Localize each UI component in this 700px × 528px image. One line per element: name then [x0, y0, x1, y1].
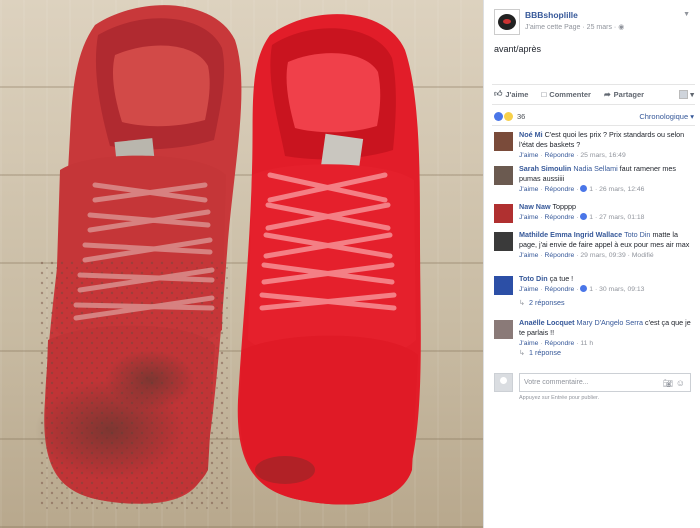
- reply-arrow-icon: ↳: [519, 348, 526, 357]
- comment-like-button[interactable]: J'aime: [519, 252, 538, 259]
- clean-shoe: [237, 14, 421, 505]
- reaction-count[interactable]: 36: [517, 112, 525, 121]
- view-replies-link[interactable]: ↳ 2 réponses: [519, 298, 565, 307]
- comment-time[interactable]: 25 mars, 16:49: [580, 152, 625, 159]
- comment-body: Noé Mi C'est quoi les prix ? Prix standa…: [519, 130, 691, 161]
- reactions-bar: 36 Chronologique ▾: [494, 111, 694, 121]
- caret-down-icon: ▾: [690, 89, 694, 99]
- comment-like-button[interactable]: J'aime: [519, 186, 538, 193]
- comment-like-count[interactable]: 1: [589, 214, 593, 221]
- comment-body: Naw Naw Topppp J'aime · Répondre · 1 · 27…: [519, 202, 691, 223]
- post-text: avant/après: [494, 44, 542, 54]
- avatar: [494, 373, 513, 392]
- avatar[interactable]: [494, 166, 513, 185]
- comment-body: Anaëlle Locquet Mary D'Angelo Serra c'es…: [519, 318, 691, 349]
- comment-author[interactable]: Sarah Simoulin: [519, 164, 571, 173]
- enter-hint: Appuyez sur Entrée pour publier.: [519, 395, 600, 401]
- comment-author[interactable]: Mathilde Emma Ingrid Wallace: [519, 230, 622, 239]
- comment-body: Mathilde Emma Ingrid Wallace Toto Din ma…: [519, 230, 691, 261]
- comment-time[interactable]: 29 mars, 09:39 · Modifié: [580, 252, 653, 259]
- share-button[interactable]: ➦ Partager: [604, 90, 644, 99]
- comment-author[interactable]: Naw Naw: [519, 202, 551, 211]
- post-panel: BBBshoplille J'aime cette Page · 25 mars…: [483, 0, 700, 528]
- comment-time[interactable]: 11 h: [580, 340, 593, 347]
- wow-reaction-icon: [504, 111, 513, 121]
- comment-reply-button[interactable]: Répondre: [544, 152, 574, 159]
- divider: [492, 104, 695, 105]
- view-replies-link[interactable]: ↳ 1 réponse: [519, 348, 561, 357]
- comment-like-button[interactable]: J'aime: [519, 214, 538, 221]
- emoji-icon[interactable]: ☺: [676, 378, 685, 388]
- comment-meta: J'aime · Répondre · 1 · 27 mars, 01:18: [519, 213, 645, 221]
- comment-order-dropdown[interactable]: Chronologique ▾: [639, 112, 694, 121]
- globe-icon: ◉: [618, 24, 625, 31]
- chevron-down-icon[interactable]: ▼: [683, 11, 690, 18]
- post-meta: J'aime cette Page · 25 mars · ◉: [525, 24, 625, 31]
- avatar[interactable]: [494, 132, 513, 151]
- avatar: [679, 89, 689, 99]
- post-as-selector[interactable]: ▾: [679, 89, 694, 99]
- replies-count: 2 réponses: [529, 298, 565, 307]
- page-avatar[interactable]: [494, 9, 520, 35]
- avatar[interactable]: [494, 204, 513, 223]
- comment-like-count[interactable]: 1: [589, 286, 593, 293]
- like-button[interactable]: 👍︎ J'aime: [494, 89, 528, 99]
- comment-composer: Votre commentaire... 📷︎ ☺: [494, 372, 694, 394]
- comment-time[interactable]: 26 mars, 12:46: [599, 186, 644, 193]
- avatar[interactable]: [494, 276, 513, 295]
- comment-time[interactable]: 27 mars, 01:18: [599, 214, 644, 221]
- comment-button[interactable]: □ Commenter: [541, 90, 591, 99]
- like-count-icon: [580, 285, 588, 292]
- comment-reply-button[interactable]: Répondre: [544, 286, 574, 293]
- camera-icon[interactable]: 📷︎: [663, 379, 673, 388]
- divider: [492, 125, 695, 126]
- post-actions: 👍︎ J'aime □ Commenter ➦ Partager ▾: [494, 88, 694, 100]
- tagged-user[interactable]: Mary D'Angelo Serra: [577, 318, 643, 327]
- comment-like-button[interactable]: J'aime: [519, 152, 538, 159]
- comment-body: Toto Din ça tue ! J'aime · Répondre · 1 ·…: [519, 274, 691, 295]
- avatar[interactable]: [494, 232, 513, 251]
- replies-count: 1 réponse: [529, 348, 561, 357]
- comment-body: Sarah Simoulin Nadia Sellami faut ramene…: [519, 164, 691, 195]
- comment-input[interactable]: Votre commentaire... 📷︎ ☺: [519, 373, 691, 392]
- comment-like-button[interactable]: J'aime: [519, 340, 538, 347]
- like-page-link[interactable]: J'aime cette Page: [525, 24, 580, 31]
- comment-meta: J'aime · Répondre · 25 mars, 16:49: [519, 152, 626, 159]
- comment-meta: J'aime · Répondre · 1 · 26 mars, 12:46: [519, 185, 645, 193]
- thumbs-up-icon: 👍︎: [494, 89, 503, 98]
- comment-text: C'est quoi les prix ? Prix standards ou …: [519, 130, 685, 149]
- comment-reply-button[interactable]: Répondre: [544, 186, 574, 193]
- post-header: BBBshoplille J'aime cette Page · 25 mars…: [494, 9, 694, 35]
- comment-author[interactable]: Toto Din: [519, 274, 548, 283]
- comment-time[interactable]: 30 mars, 09:13: [599, 286, 644, 293]
- comment-meta: J'aime · Répondre · 1 · 30 mars, 09:13: [519, 285, 645, 293]
- comment-author[interactable]: Noé Mi: [519, 130, 543, 139]
- tagged-user[interactable]: Toto Din: [624, 230, 650, 239]
- comment-like-count[interactable]: 1: [589, 186, 593, 193]
- divider: [492, 84, 695, 85]
- comment-text: Topppp: [552, 202, 577, 211]
- comment-text: ça tue !: [549, 274, 574, 283]
- comment-author[interactable]: Anaëlle Locquet: [519, 318, 575, 327]
- sneakers-image: [35, 5, 421, 510]
- post-photo[interactable]: [0, 0, 483, 528]
- dirty-shoe: [35, 5, 242, 510]
- like-reaction-icon: [494, 111, 503, 121]
- page-name[interactable]: BBBshoplille: [525, 10, 578, 20]
- reply-arrow-icon: ↳: [519, 298, 526, 307]
- comment-reply-button[interactable]: Répondre: [544, 214, 574, 221]
- avatar[interactable]: [494, 320, 513, 339]
- comment-reply-button[interactable]: Répondre: [544, 252, 574, 259]
- like-count-icon: [580, 213, 588, 220]
- comment-meta: J'aime · Répondre · 29 mars, 09:39 · Mod…: [519, 252, 654, 259]
- share-icon: ➦: [603, 89, 611, 99]
- comment-icon: □: [541, 89, 547, 99]
- like-count-icon: [580, 185, 588, 192]
- comment-reply-button[interactable]: Répondre: [544, 340, 574, 347]
- comment-like-button[interactable]: J'aime: [519, 286, 538, 293]
- tagged-user[interactable]: Nadia Sellami: [573, 164, 617, 173]
- post-date[interactable]: 25 mars: [587, 24, 612, 31]
